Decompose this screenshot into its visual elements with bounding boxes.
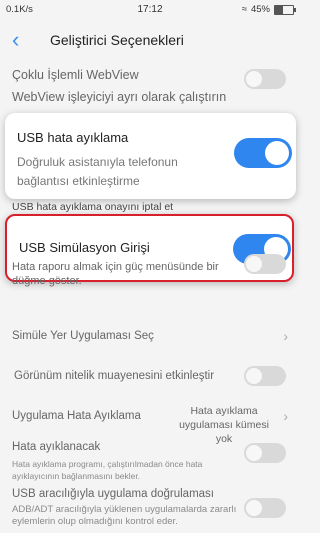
usb-simulation-title: USB Simülasyon Girişi [19,240,150,255]
title-bar: ‹ Geliştirici Seçenekleri [0,22,300,60]
usb-debugging-subtitle: Doğruluk asistanıyla telefonun bağlantıs… [17,155,178,188]
verify-usb-toggle[interactable] [244,498,286,518]
status-icons: ≈ 45% [241,4,296,15]
setting-view-attribute-inspection[interactable]: Görünüm nitelik muayenesini etkinleştir [0,362,300,392]
setting-verify-apps-usb[interactable]: USB aracılığıyla uygulama doğrulaması AD… [0,487,300,533]
setting-subtitle: WebView işleyiciyi ayrı olarak çalıştırı… [12,90,227,104]
setting-multiprocess-webview[interactable]: Çoklu İşlemli WebView WebView işleyiciyi… [0,64,300,110]
setting-wait-for-debugger[interactable]: Hata ayıklanacak Hata ayıklama programı,… [0,440,300,484]
setting-subtitle: Hata ayıklama programı, çalıştırılmadan … [12,459,203,481]
wait-debugger-toggle[interactable] [244,443,286,463]
setting-mock-location-app[interactable]: Simüle Yer Uygulaması Seç › [0,322,300,352]
setting-title: USB hata ayıklama onayını iptal et [12,201,174,213]
multiprocess-webview-toggle[interactable] [244,69,286,89]
setting-title: Görünüm nitelik muayenesini etkinleştir [14,370,215,382]
usb-debugging-title: USB hata ayıklama [17,130,129,145]
setting-title: Uygulama Hata Ayıklama [12,410,141,422]
chevron-right-icon: › [283,408,288,424]
setting-title: Simüle Yer Uygulaması Seç [12,330,154,342]
setting-title: Çoklu İşlemli WebView [12,68,139,82]
usb-debugging-card[interactable]: USB hata ayıklama Doğruluk asistanıyla t… [5,113,296,199]
setting-title: Hata ayıklanacak [12,441,101,453]
setting-title: USB aracılığıyla uygulama doğrulaması [12,488,214,500]
wifi-icon: ≈ [241,4,247,15]
setting-debug-app[interactable]: Uygulama Hata Ayıklama Hata ayıklama uyg… [0,402,300,445]
chevron-right-icon: › [283,328,288,344]
battery-icon [274,4,296,15]
battery-fill [275,5,284,14]
setting-bugreport-shortcut[interactable]: Hata raporu almak için güç menüsünde bir… [0,254,300,318]
setting-revoke-usb-debugging[interactable]: USB hata ayıklama onayını iptal et [0,199,300,215]
page-title: Geliştirici Seçenekleri [50,32,184,48]
battery-percent: 45% [250,4,270,15]
setting-subtitle: ADB/ADT aracılığıyla yüklenen uygulamala… [12,504,237,527]
setting-title: Hata raporu almak için güç menüsünde bir… [12,261,219,287]
back-arrow-icon[interactable]: ‹ [12,28,19,52]
view-attribute-toggle[interactable] [244,366,286,386]
status-bar: 0.1K/s 17:12 ≈ 45% [0,0,300,20]
bugreport-toggle[interactable] [244,254,286,274]
usb-debugging-toggle[interactable] [234,138,292,168]
